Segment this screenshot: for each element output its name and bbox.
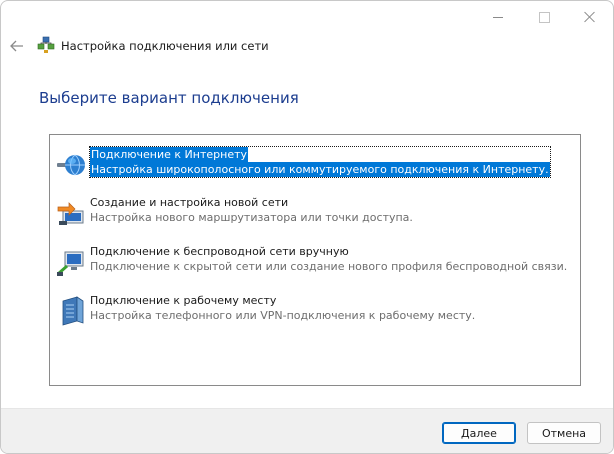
next-button[interactable]: Далее [442,422,516,444]
globe-network-icon [57,154,85,176]
close-button[interactable] [567,3,613,31]
dialog-window: Настройка подключения или сети Выберите … [0,0,614,454]
option-wireless-manual[interactable]: Подключение к беспроводной сети вручную … [50,244,580,278]
back-arrow-icon [10,40,23,52]
option-description: Настройка нового маршрутизатора или точк… [90,211,413,224]
cancel-button[interactable]: Отмена [527,422,601,444]
wireless-network-icon [57,251,84,276]
option-new-network[interactable]: Создание и настройка новой сети Настройк… [50,195,580,229]
option-description: Подключение к скрытой сети или создание … [90,260,568,273]
option-title: Подключение к рабочему месту [90,294,277,307]
option-title: Подключение к Интернету [90,147,249,162]
option-workplace[interactable]: Подключение к рабочему месту Настройка т… [50,293,580,327]
new-network-icon [57,202,84,225]
maximize-button[interactable] [521,3,567,31]
connection-options-list[interactable]: Подключение к Интернету Настройка широко… [49,134,581,386]
page-heading: Выберите вариант подключения [39,89,299,107]
minimize-button[interactable] [475,3,521,31]
option-internet[interactable]: Подключение к Интернету Настройка широко… [50,146,580,181]
minimize-icon [493,16,503,18]
dialog-footer: Далее Отмена [1,408,613,453]
option-description: Настройка широкополосного или коммутируе… [90,162,550,177]
window-title: Настройка подключения или сети [61,39,269,53]
back-button[interactable] [7,35,27,57]
network-setup-icon [37,36,55,53]
option-title: Подключение к беспроводной сети вручную [90,245,349,258]
maximize-icon [538,11,550,23]
close-icon [584,11,596,23]
option-title: Создание и настройка новой сети [90,196,289,209]
workplace-vpn-icon [62,296,84,326]
option-description: Настройка телефонного или VPN-подключени… [90,309,476,322]
